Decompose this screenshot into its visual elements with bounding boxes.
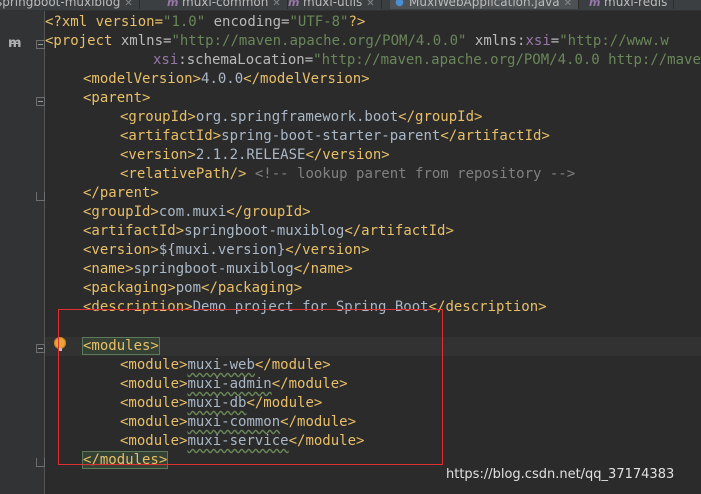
code-line-8: <version>2.1.2.RELEASE</version> bbox=[120, 147, 390, 163]
maven-icon: m bbox=[167, 0, 179, 9]
tab-springboot-muxiblog[interactable]: springboot-muxiblog ✕ bbox=[0, 0, 140, 9]
code-line-4: <modelVersion>4.0.0</modelVersion> bbox=[83, 71, 370, 87]
fold-end-icon[interactable] bbox=[36, 458, 45, 467]
module-line: <module>muxi-web</module> bbox=[120, 357, 331, 373]
code-line-5: <parent> bbox=[83, 90, 151, 106]
code-line-3: xsi:schemaLocation="http://maven.apache.… bbox=[153, 52, 701, 68]
module-line: <module>muxi-service</module> bbox=[120, 433, 365, 449]
close-icon[interactable]: ✕ bbox=[564, 0, 572, 9]
code-line-7: <artifactId>spring-boot-starter-parent</… bbox=[120, 128, 550, 144]
module-line: <module>muxi-common</module> bbox=[120, 414, 357, 430]
code-line-14: <name>springboot-muxiblog</name> bbox=[83, 261, 353, 277]
code-line-10: </parent> bbox=[83, 185, 159, 201]
code-line-9: <relativePath/> <!-- lookup parent from … bbox=[120, 166, 576, 182]
editor-gutter[interactable] bbox=[0, 11, 45, 494]
module-line: <module>muxi-admin</module> bbox=[120, 376, 348, 392]
code-line-1: <?xml version="1.0" encoding="UTF-8"?> bbox=[45, 14, 366, 30]
code-line-15: <packaging>pom</packaging> bbox=[83, 280, 303, 296]
code-line-13: <version>${muxi.version}</version> bbox=[83, 242, 370, 258]
tab-label: muxi-redis bbox=[604, 0, 668, 9]
tab-label: muxi-utils bbox=[303, 0, 363, 9]
tab-muxi-redis[interactable]: m muxi-redis bbox=[585, 0, 675, 9]
fold-toggle-icon[interactable] bbox=[36, 40, 45, 49]
fold-toggle-icon[interactable] bbox=[36, 97, 45, 106]
tab-muxiwebapplication[interactable]: ● MuxiWebApplication.java ✕ bbox=[390, 0, 579, 9]
tab-label: muxi-common bbox=[182, 0, 269, 9]
tab-label: MuxiWebApplication.java bbox=[409, 0, 560, 9]
editor-tab-bar: springboot-muxiblog ✕ m muxi-common ✕ m muxi… bbox=[0, 0, 701, 11]
module-line: <module>muxi-db</module> bbox=[120, 395, 323, 411]
code-line-2: <project xmlns="http://maven.apache.org/… bbox=[45, 33, 669, 49]
fold-end-icon[interactable] bbox=[36, 192, 45, 201]
close-icon[interactable]: ✕ bbox=[272, 0, 280, 9]
watermark: https://blog.csdn.net/qq_37174383 bbox=[446, 467, 675, 482]
maven-icon[interactable]: m̶ bbox=[8, 37, 22, 51]
code-line-12: <artifactId>springboot-muxiblog</artifac… bbox=[83, 223, 454, 239]
maven-icon: m bbox=[589, 0, 601, 9]
close-icon[interactable]: ✕ bbox=[124, 0, 132, 9]
code-line-11: <groupId>com.muxi</groupId> bbox=[83, 204, 311, 220]
tab-muxi-common[interactable]: m muxi-common ✕ bbox=[163, 0, 288, 9]
fold-toggle-icon[interactable] bbox=[36, 344, 45, 353]
code-line-6: <groupId>org.springframework.boot</group… bbox=[120, 109, 483, 125]
tab-label: springboot-muxiblog bbox=[0, 0, 121, 9]
code-line-24: </modules> bbox=[81, 451, 169, 469]
tab-muxi-utils[interactable]: m muxi-utils ✕ bbox=[284, 0, 382, 9]
code-line-18: <modules> bbox=[82, 337, 160, 355]
lightbulb-icon[interactable] bbox=[54, 337, 66, 351]
close-icon[interactable]: ✕ bbox=[366, 0, 374, 9]
java-class-icon: ● bbox=[395, 0, 404, 8]
maven-icon: m bbox=[288, 0, 300, 9]
code-line-16: <description>Demo project for Spring Boo… bbox=[83, 299, 547, 315]
code-editor[interactable]: <?xml version="1.0" encoding="UTF-8"?> <… bbox=[45, 11, 701, 494]
